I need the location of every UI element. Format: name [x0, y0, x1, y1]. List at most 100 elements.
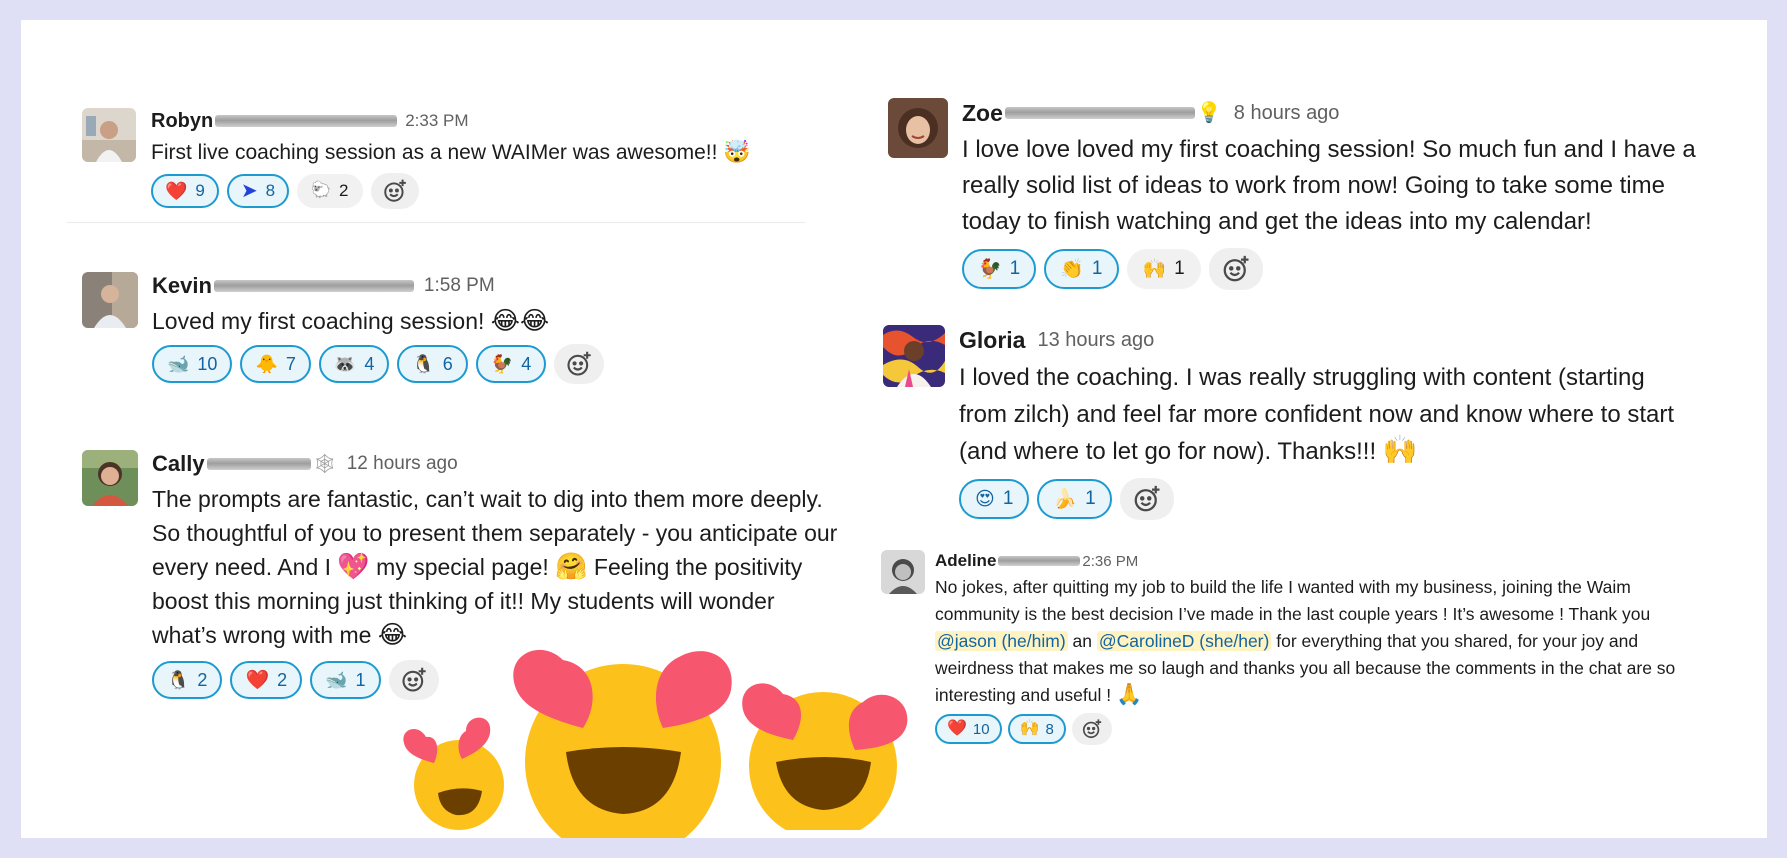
reaction-heart[interactable]: ❤️ 10: [935, 714, 1002, 744]
avatar[interactable]: [82, 108, 136, 162]
reaction-paper-plane[interactable]: ➤ 8: [226, 174, 290, 208]
timestamp[interactable]: 1:58 PM: [424, 275, 495, 297]
sender-name[interactable]: Gloria: [959, 327, 1025, 354]
message-zoe: Zoe 💡 8 hours ago I love love loved my f…: [888, 98, 1748, 308]
reactions: 🐋 10 🐥 7 🦝 4 🐧 6 🐓 4: [152, 344, 605, 384]
message-text: I love love loved my first coaching sess…: [962, 136, 1696, 235]
redacted-surname: [998, 556, 1081, 566]
redacted-surname: [1004, 107, 1195, 119]
heart-icon: ❤️: [245, 669, 270, 691]
avatar[interactable]: [881, 550, 925, 594]
reactions: 🐓 1 👏 1 🙌 1: [962, 248, 1696, 290]
heart-eyes-emoji-medium: [742, 683, 908, 830]
message-text: I loved the coaching. I was really strug…: [959, 364, 1675, 465]
sender-name[interactable]: Kevin: [152, 273, 212, 299]
clapping-hands-icon: 👏: [1060, 258, 1084, 280]
heart-icon: ❤️: [947, 720, 967, 737]
message-divider: [66, 222, 806, 223]
folded-hands-emoji: 🙏: [1115, 683, 1143, 706]
heart-eyes-emoji-small: [403, 717, 504, 830]
reactions: ❤️ 10 🙌 8: [935, 713, 1675, 745]
reaction-whale[interactable]: 🐋 1: [310, 661, 381, 699]
redacted-surname: [206, 458, 311, 470]
reaction-clap[interactable]: 👏 1: [1044, 249, 1119, 289]
add-reaction-button[interactable]: [1208, 248, 1263, 290]
paper-plane-icon: ➤: [240, 180, 258, 202]
reaction-heart-eyes[interactable]: 😍 1: [959, 479, 1030, 519]
light-bulb-icon: 💡: [1196, 102, 1222, 124]
avatar[interactable]: [82, 450, 138, 506]
penguin-icon: 🐧: [412, 354, 435, 374]
message-text: Loved my first coaching session! 😂😂: [152, 307, 550, 335]
add-reaction-icon: [567, 351, 591, 376]
redacted-surname: [215, 115, 398, 127]
laughing-emoji: 😂: [377, 621, 408, 649]
reactions: ❤️ 9 ➤ 8 🐑 2: [151, 173, 751, 209]
message-text: The prompts are fantastic, can’t wait to…: [152, 486, 838, 649]
whale-icon: 🐋: [325, 670, 348, 690]
avatar[interactable]: [883, 325, 945, 387]
rooster-icon: 🐓: [978, 258, 1002, 280]
sheep-icon: 🐑: [311, 182, 332, 199]
reactions: 😍 1 🍌 1: [959, 478, 1674, 520]
message-text: No jokes, after quitting my job to build…: [935, 577, 1676, 706]
reaction-raised-hands[interactable]: 🙌 8: [1007, 714, 1066, 744]
reaction-heart[interactable]: ❤️ 9: [151, 174, 219, 208]
redacted-surname: [213, 280, 414, 292]
raised-hands-emoji: 🙌: [1382, 434, 1418, 465]
raccoon-icon: 🦝: [333, 354, 357, 374]
heart-icon: ❤️: [165, 181, 188, 201]
reaction-raccoon[interactable]: 🦝 4: [318, 345, 390, 383]
timestamp[interactable]: 12 hours ago: [347, 453, 458, 475]
timestamp[interactable]: 8 hours ago: [1234, 102, 1340, 125]
reaction-penguin[interactable]: 🐧 2: [152, 661, 223, 699]
timestamp[interactable]: 2:33 PM: [405, 111, 468, 131]
message-robyn: Robyn 2:33 PM First live coaching sessio…: [82, 108, 802, 218]
add-reaction-icon: [383, 179, 406, 202]
message-text: First live coaching session as a new WAI…: [151, 139, 751, 165]
reaction-penguin[interactable]: 🐧 6: [397, 345, 468, 383]
reaction-raised-hands[interactable]: 🙌 1: [1126, 249, 1201, 289]
penguin-icon: 🐧: [167, 670, 190, 690]
timestamp[interactable]: 13 hours ago: [1037, 329, 1154, 352]
mention-caroline[interactable]: @CarolineD (she/her): [1096, 631, 1272, 651]
raised-hands-icon: 🙌: [1019, 720, 1040, 737]
avatar[interactable]: [82, 272, 138, 328]
heart-eyes-emoji-large: [513, 649, 732, 838]
sender-name[interactable]: Cally: [152, 451, 205, 477]
avatar[interactable]: [888, 98, 948, 158]
reaction-rooster[interactable]: 🐓 1: [962, 249, 1037, 289]
sender-name[interactable]: Adeline: [935, 551, 996, 571]
mention-jason[interactable]: @jason (he/him): [935, 631, 1068, 651]
sparkling-heart-emoji: 💖: [337, 551, 370, 581]
reaction-chick[interactable]: 🐥 7: [240, 345, 311, 383]
hugging-face-emoji: 🤗: [555, 551, 588, 581]
add-reaction-icon: [1082, 719, 1102, 739]
rooster-icon: 🐓: [490, 354, 514, 374]
add-reaction-icon: [1134, 485, 1160, 512]
chick-icon: 🐥: [255, 354, 278, 374]
mind-blown-emoji: 🤯: [723, 139, 751, 164]
whale-icon: 🐋: [167, 354, 190, 374]
add-reaction-button[interactable]: [1119, 478, 1174, 520]
timestamp[interactable]: 2:36 PM: [1082, 553, 1138, 570]
reaction-whale[interactable]: 🐋 10: [152, 345, 233, 383]
laughing-emoji: 😂😂: [490, 307, 550, 335]
reaction-rooster[interactable]: 🐓 4: [475, 345, 547, 383]
add-reaction-icon: [402, 667, 426, 692]
add-reaction-button[interactable]: [1071, 713, 1112, 745]
heart-eyes-icon: 😍: [975, 488, 995, 510]
feedback-card: Robyn 2:33 PM First live coaching sessio…: [21, 20, 1767, 838]
add-reaction-button[interactable]: [370, 173, 419, 209]
sender-name[interactable]: Robyn: [151, 110, 213, 133]
reaction-banana[interactable]: 🍌 1: [1037, 479, 1112, 519]
sender-name[interactable]: Zoe: [962, 100, 1003, 127]
message-gloria: Gloria 13 hours ago I loved the coaching…: [883, 325, 1753, 545]
raised-hands-icon: 🙌: [1142, 258, 1167, 280]
message-kevin: Kevin 1:58 PM Loved my first coaching se…: [82, 272, 802, 402]
reaction-heart[interactable]: ❤️ 2: [230, 661, 303, 699]
message-adeline: Adeline 2:36 PM No jokes, after quitting…: [881, 550, 1751, 770]
add-reaction-button[interactable]: [554, 344, 605, 384]
reaction-sheep[interactable]: 🐑 2: [297, 174, 363, 208]
add-reaction-button[interactable]: [388, 660, 439, 700]
